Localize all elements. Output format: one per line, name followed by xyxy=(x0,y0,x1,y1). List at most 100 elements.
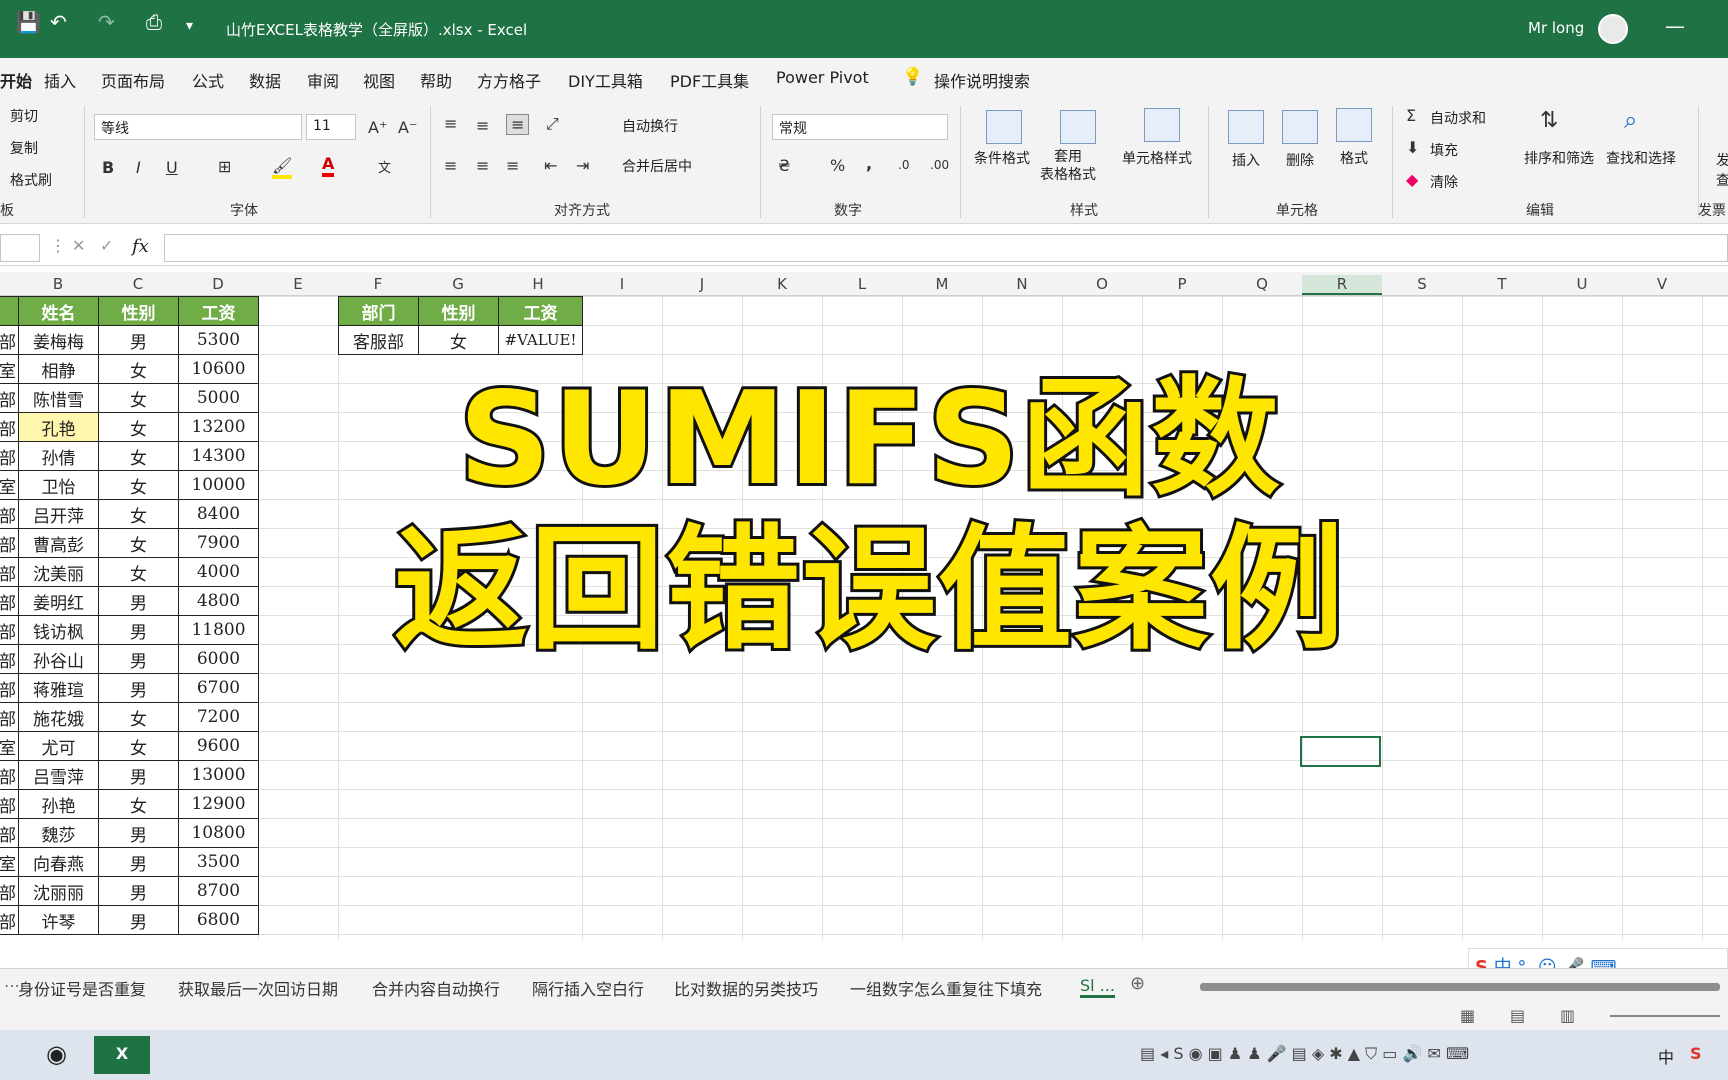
tell-me-search[interactable]: 操作说明搜索 xyxy=(934,68,1030,92)
name-cell[interactable]: 沈丽丽 xyxy=(18,876,99,906)
print-preview-icon[interactable]: ⎙ xyxy=(146,10,162,34)
invoice-button-top[interactable]: 发 xyxy=(1716,150,1728,170)
criteria-header-salary[interactable]: 工资 xyxy=(498,296,583,326)
page-break-view-icon[interactable]: ▥ xyxy=(1560,1006,1575,1025)
column-header-t[interactable]: T xyxy=(1462,275,1542,293)
normal-view-icon[interactable]: ▦ xyxy=(1460,1006,1475,1025)
table-header-gender[interactable]: 性别 xyxy=(98,296,179,326)
column-header-l[interactable]: L xyxy=(822,275,902,293)
column-header-v[interactable]: V xyxy=(1622,275,1702,293)
active-cell[interactable] xyxy=(1300,736,1381,767)
criteria-dept-cell[interactable]: 客服部 xyxy=(338,325,419,355)
dept-cell[interactable]: 部 xyxy=(0,818,19,848)
salary-cell[interactable]: 12900 xyxy=(178,789,259,819)
cell-styles-icon[interactable] xyxy=(1144,108,1180,142)
font-name-select[interactable]: 等线 xyxy=(94,114,302,140)
horizontal-scrollbar[interactable] xyxy=(1200,983,1720,991)
font-size-select[interactable]: 11 xyxy=(306,114,356,140)
page-layout-view-icon[interactable]: ▤ xyxy=(1510,1006,1525,1025)
delete-cells-icon[interactable] xyxy=(1282,110,1318,144)
enter-icon[interactable]: ✓ xyxy=(100,236,113,255)
name-cell[interactable]: 许琴 xyxy=(18,905,99,935)
cancel-icon[interactable]: ✕ xyxy=(72,236,85,255)
underline-button[interactable]: U xyxy=(166,158,178,177)
column-header-p[interactable]: P xyxy=(1142,275,1222,293)
tab-pdf-tools[interactable]: PDF工具集 xyxy=(670,68,749,92)
column-header-i[interactable]: I xyxy=(582,275,662,293)
increase-font-icon[interactable]: A⁺ xyxy=(368,118,387,137)
salary-cell[interactable]: 5300 xyxy=(178,325,259,355)
name-cell[interactable]: 姜梅梅 xyxy=(18,325,99,355)
percent-button[interactable]: % xyxy=(830,156,845,175)
column-header-o[interactable]: O xyxy=(1062,275,1142,293)
format-painter-button[interactable]: 格式刷 xyxy=(10,170,52,190)
align-left-icon[interactable]: ≡ xyxy=(444,156,457,175)
column-header-k[interactable]: K xyxy=(742,275,822,293)
gender-cell[interactable]: 女 xyxy=(98,441,179,471)
tab-page-layout[interactable]: 页面布局 xyxy=(101,68,165,92)
dept-cell[interactable]: 部 xyxy=(0,673,19,703)
dept-cell[interactable]: 部 xyxy=(0,905,19,935)
sheet-tab[interactable]: 一组数字怎么重复往下填充 xyxy=(850,976,1042,1000)
format-as-table-icon[interactable] xyxy=(1060,110,1096,144)
fill-icon[interactable]: ⬇ xyxy=(1406,138,1419,157)
gender-cell[interactable]: 女 xyxy=(98,528,179,558)
align-top-icon[interactable]: ≡ xyxy=(444,114,457,133)
sheet-tab[interactable]: 获取最后一次回访日期 xyxy=(178,976,338,1000)
tab-view[interactable]: 视图 xyxy=(363,68,395,92)
italic-button[interactable]: I xyxy=(136,158,141,177)
sheet-tab-active[interactable]: Sl ... xyxy=(1080,976,1115,998)
clear-icon[interactable]: ◆ xyxy=(1406,170,1418,189)
format-cells-icon[interactable] xyxy=(1336,108,1372,142)
invoice-button-bottom[interactable]: 查 xyxy=(1716,170,1728,190)
salary-cell[interactable]: 13200 xyxy=(178,412,259,442)
dept-cell[interactable]: 部 xyxy=(0,325,19,355)
tab-formulas[interactable]: 公式 xyxy=(192,68,224,92)
align-center-icon[interactable]: ≡ xyxy=(476,156,489,175)
name-cell[interactable]: 施花娥 xyxy=(18,702,99,732)
gender-cell[interactable]: 男 xyxy=(98,325,179,355)
zoom-slider[interactable] xyxy=(1610,1015,1720,1017)
dept-cell[interactable]: 部 xyxy=(0,586,19,616)
dept-cell[interactable]: 部 xyxy=(0,702,19,732)
align-right-icon[interactable]: ≡ xyxy=(506,156,519,175)
avatar[interactable] xyxy=(1598,14,1628,44)
name-cell[interactable]: 吕雪萍 xyxy=(18,760,99,790)
conditional-format-icon[interactable] xyxy=(986,110,1022,144)
tab-review[interactable]: 审阅 xyxy=(307,68,339,92)
orientation-icon[interactable]: ⤢ xyxy=(546,114,559,134)
delete-cells-button[interactable]: 删除 xyxy=(1286,150,1314,170)
salary-cell[interactable]: 3500 xyxy=(178,847,259,877)
column-header-u[interactable]: U xyxy=(1542,275,1622,293)
format-cells-button[interactable]: 格式 xyxy=(1340,148,1368,168)
format-as-table-button[interactable]: 套用 表格格式 xyxy=(1040,148,1096,184)
undo-icon[interactable]: ↶ xyxy=(50,10,67,34)
user-name[interactable]: Mr long xyxy=(1528,19,1584,37)
name-cell[interactable]: 孙倩 xyxy=(18,441,99,471)
name-cell[interactable]: 陈惜雪 xyxy=(18,383,99,413)
dept-cell[interactable]: 部 xyxy=(0,615,19,645)
name-box[interactable] xyxy=(0,234,40,262)
formula-input[interactable] xyxy=(164,234,1728,262)
copy-button[interactable]: 复制 xyxy=(10,138,38,158)
dept-cell[interactable]: 部 xyxy=(0,760,19,790)
border-icon[interactable]: ⊞ xyxy=(218,157,231,176)
insert-cells-button[interactable]: 插入 xyxy=(1232,150,1260,170)
wrap-text-button[interactable]: 自动换行 xyxy=(622,116,678,136)
column-header-f[interactable]: F xyxy=(338,275,418,293)
column-header-j[interactable]: J xyxy=(662,275,742,293)
clear-button[interactable]: 清除 xyxy=(1430,172,1458,192)
sort-filter-icon[interactable]: ⇅ xyxy=(1540,108,1558,133)
name-cell[interactable]: 向春燕 xyxy=(18,847,99,877)
table-header-name[interactable]: 姓名 xyxy=(18,296,99,326)
column-header-b[interactable]: B xyxy=(18,275,98,293)
align-bottom-icon[interactable]: ≡ xyxy=(506,114,530,135)
gender-cell[interactable]: 女 xyxy=(98,412,179,442)
salary-cell[interactable]: 7200 xyxy=(178,702,259,732)
table-header-dept[interactable] xyxy=(0,296,19,326)
gender-cell[interactable]: 男 xyxy=(98,818,179,848)
fill-button[interactable]: 填充 xyxy=(1430,140,1458,160)
criteria-header-gender[interactable]: 性别 xyxy=(418,296,499,326)
font-color-icon[interactable]: A xyxy=(322,154,335,177)
column-header-r[interactable]: R xyxy=(1302,275,1382,295)
